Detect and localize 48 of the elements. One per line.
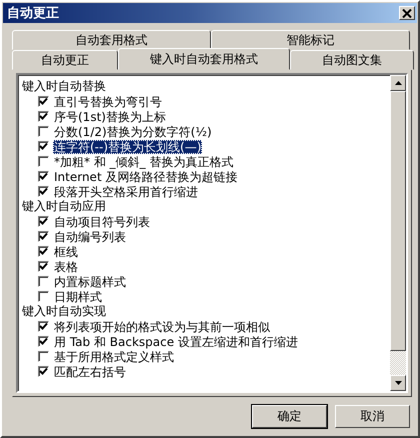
option-label[interactable]: 基于所用格式定义样式 <box>53 350 175 364</box>
option-label[interactable]: *加粗* 和 _倾斜_ 替换为真正格式 <box>53 154 234 168</box>
option-label[interactable]: 连字符(--)替换为长划线(—) <box>53 140 202 154</box>
checkbox[interactable] <box>38 261 49 272</box>
option-label[interactable]: 段落开头空格采用首行缩进 <box>53 184 199 198</box>
option-label[interactable]: 将列表项开始的格式设为与其前一项相似 <box>53 320 271 334</box>
tab[interactable]: 智能标记 <box>211 30 410 50</box>
option-label[interactable]: 日期样式 <box>53 290 103 304</box>
option-label[interactable]: 直引号替换为弯引号 <box>53 94 163 108</box>
checkbox[interactable] <box>38 111 49 122</box>
checkbox[interactable] <box>38 336 49 347</box>
group-heading: 键入时自动应用 <box>22 199 107 214</box>
cancel-button[interactable]: 取消 <box>335 405 410 428</box>
option-label[interactable]: 序号(1st)替换为上标 <box>53 110 167 124</box>
checkbox[interactable] <box>38 366 49 377</box>
option-label[interactable]: 框线 <box>53 244 79 258</box>
close-button[interactable] <box>399 6 415 20</box>
checkbox[interactable] <box>38 246 49 257</box>
checkbox[interactable] <box>38 141 49 152</box>
checkbox[interactable] <box>38 96 49 107</box>
scrollbar[interactable] <box>390 75 406 391</box>
tab[interactable]: 键入时自动套用格式 <box>118 48 290 70</box>
option-label[interactable]: 用 Tab 和 Backspace 设置左缩进和首行缩进 <box>53 334 299 348</box>
ok-button[interactable]: 确定 <box>252 405 327 428</box>
checkbox[interactable] <box>38 321 49 332</box>
scroll-thumb[interactable] <box>390 91 406 351</box>
tab[interactable]: 自动图文集 <box>290 50 414 70</box>
option-label[interactable]: 匹配左右括号 <box>53 364 127 378</box>
option-label[interactable]: 内置标题样式 <box>53 274 127 288</box>
option-label[interactable]: 分数(1/2)替换为分数字符(½) <box>53 124 213 138</box>
option-label[interactable]: 自动项目符号列表 <box>53 214 151 228</box>
checkbox[interactable] <box>38 231 49 242</box>
scroll-down-button[interactable] <box>390 375 406 391</box>
checkbox[interactable] <box>38 186 49 197</box>
group-heading: 键入时自动实现 <box>22 304 107 319</box>
option-label[interactable]: Internet 及网络路径替换为超链接 <box>53 170 238 184</box>
scroll-up-button[interactable] <box>390 75 406 91</box>
checkbox[interactable] <box>38 216 49 227</box>
option-label[interactable]: 表格 <box>53 260 79 274</box>
group-heading: 键入时自动替换 <box>22 79 107 94</box>
checkbox[interactable] <box>38 171 49 182</box>
option-label[interactable]: 自动编号列表 <box>53 230 127 244</box>
tab[interactable]: 自动更正 <box>12 50 118 70</box>
window-title: 自动更正 <box>7 5 59 22</box>
up-arrow-icon <box>394 81 402 85</box>
close-icon <box>402 8 412 18</box>
tab[interactable]: 自动套用格式 <box>12 30 211 50</box>
down-arrow-icon <box>394 381 402 385</box>
